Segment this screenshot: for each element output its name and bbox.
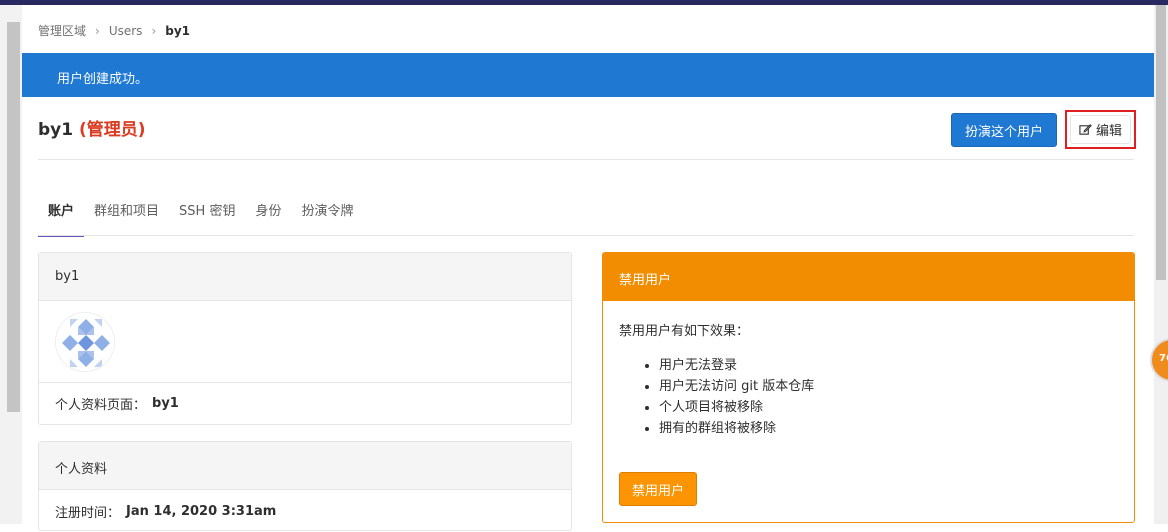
tab-groups-projects[interactable]: 群组和项目 (84, 190, 169, 237)
account-card-title: by1 (39, 253, 571, 301)
block-user-card-title: 禁用用户 (603, 253, 1134, 301)
user-name: by1 (38, 120, 74, 140)
page-title: by1 (管理员) (38, 115, 146, 140)
edit-button[interactable]: 编辑 (1070, 115, 1131, 144)
profile-page-row: 个人资料页面： by1 (39, 382, 571, 424)
breadcrumb-admin-area[interactable]: 管理区域 (38, 22, 86, 39)
header-divider (38, 159, 1134, 160)
edit-button-highlight: 编辑 (1065, 110, 1136, 149)
profile-card-title: 个人资料 (39, 442, 571, 490)
breadcrumb-users[interactable]: Users (109, 24, 143, 38)
flash-message: 用户创建成功。 (57, 72, 149, 87)
user-role: (管理员) (79, 120, 146, 140)
pencil-square-icon (1079, 124, 1092, 135)
block-effects-list: 用户无法登录 用户无法访问 git 版本仓库 个人项目将被移除 拥有的群组将被移… (659, 355, 1118, 439)
right-scrollbar-thumb[interactable] (1156, 5, 1166, 280)
list-item: 用户无法登录 (659, 355, 1118, 376)
breadcrumb: 管理区域 › Users › by1 (38, 22, 190, 39)
left-scrollbar[interactable] (7, 22, 20, 412)
flash-notice: 用户创建成功。 (22, 53, 1154, 97)
avatar-row (39, 301, 571, 382)
floating-badge[interactable]: 76 (1150, 338, 1168, 382)
profile-page-label: 个人资料页面： (55, 398, 147, 413)
chevron-right-icon: › (151, 23, 157, 38)
breadcrumb-current: by1 (165, 23, 191, 38)
profile-page-link[interactable]: by1 (152, 396, 179, 411)
tabs-divider (38, 235, 1134, 236)
chevron-right-icon: › (95, 23, 100, 38)
block-user-button[interactable]: 禁用用户 (619, 472, 697, 506)
impersonate-button[interactable]: 扮演这个用户 (951, 113, 1057, 147)
tab-account[interactable]: 账户 (38, 190, 85, 237)
member-since-value: Jan 14, 2020 3:31am (126, 503, 277, 519)
member-since-row: 注册时间： Jan 14, 2020 3:31am (39, 490, 571, 532)
profile-card: 个人资料 注册时间： Jan 14, 2020 3:31am (38, 441, 572, 531)
top-nav-bar (0, 0, 1168, 5)
block-user-card: 禁用用户 禁用用户有如下效果： 用户无法登录 用户无法访问 git 版本仓库 个… (602, 252, 1135, 523)
tab-identities[interactable]: 身份 (245, 190, 291, 237)
member-since-label: 注册时间： (55, 505, 121, 521)
account-card: by1 个人资料页面： by1 (38, 252, 572, 425)
tab-ssh-keys[interactable]: SSH 密钥 (169, 190, 245, 237)
list-item: 用户无法访问 git 版本仓库 (659, 376, 1118, 397)
avatar (55, 311, 115, 372)
block-user-intro: 禁用用户有如下效果： (619, 324, 750, 339)
tab-impersonation-tokens[interactable]: 扮演令牌 (291, 190, 363, 237)
list-item: 个人项目将被移除 (659, 397, 1118, 418)
block-user-card-body: 禁用用户有如下效果： 用户无法登录 用户无法访问 git 版本仓库 个人项目将被… (603, 301, 1134, 439)
user-tabs: 账户 群组和项目 SSH 密钥 身份 扮演令牌 (38, 190, 363, 237)
edit-button-label: 编辑 (1095, 123, 1122, 138)
list-item: 拥有的群组将被移除 (659, 418, 1118, 439)
